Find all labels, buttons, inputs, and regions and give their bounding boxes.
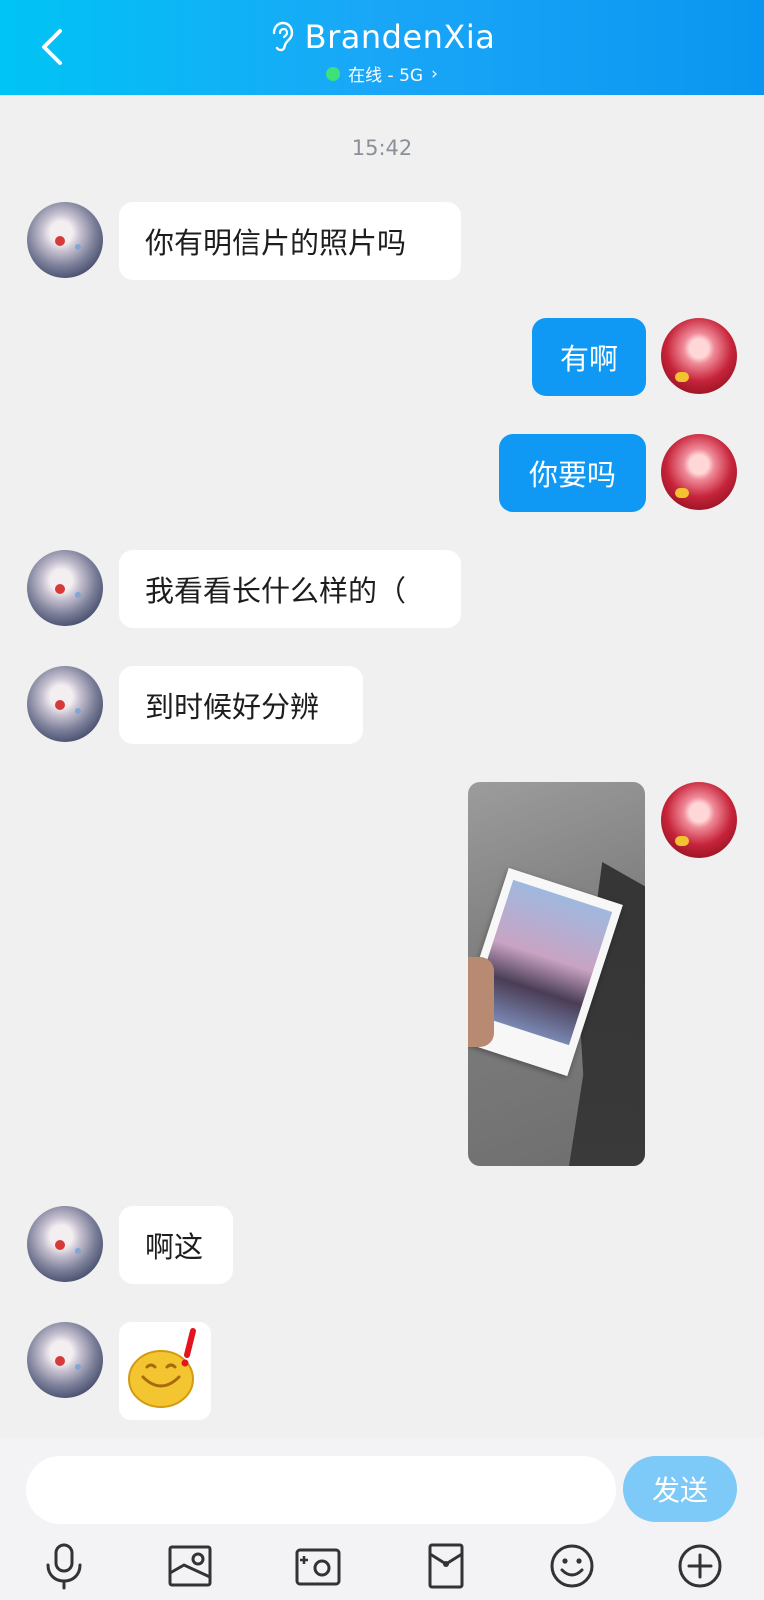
friend-avatar[interactable] xyxy=(27,666,103,742)
sticker-message[interactable] xyxy=(119,1322,211,1420)
message-bubble[interactable]: 啊这 xyxy=(119,1206,233,1284)
emoji-icon[interactable] xyxy=(546,1540,598,1592)
chevron-right-icon: › xyxy=(431,63,438,84)
friend-avatar[interactable] xyxy=(27,550,103,626)
ear-icon xyxy=(272,21,293,52)
status-text: 在线 - 5G xyxy=(348,66,424,86)
photo-message[interactable] xyxy=(468,782,645,1166)
message-input[interactable] xyxy=(26,1456,616,1524)
my-avatar[interactable] xyxy=(661,318,737,394)
send-button[interactable]: 发送 xyxy=(623,1456,737,1522)
my-avatar[interactable] xyxy=(661,782,737,858)
online-dot xyxy=(326,66,341,81)
camera-icon[interactable] xyxy=(292,1540,344,1592)
gallery-icon[interactable] xyxy=(164,1540,216,1592)
red-packet-icon[interactable] xyxy=(420,1540,472,1592)
friend-avatar[interactable] xyxy=(27,1322,103,1398)
title-area[interactable]: BrandenXia 在线 - 5G › xyxy=(0,18,764,86)
message-bubble[interactable]: 我看看长什么样的（ xyxy=(119,550,461,628)
chat-header: BrandenXia 在线 - 5G › xyxy=(0,0,764,95)
message-bubble[interactable]: 你有明信片的照片吗 xyxy=(119,202,461,280)
smiley-sticker-icon xyxy=(128,1328,196,1408)
message-bubble[interactable]: 你要吗 xyxy=(499,434,646,512)
input-bar: 发送 xyxy=(0,1438,764,1600)
online-status[interactable]: 在线 - 5G › xyxy=(326,61,438,86)
microphone-icon[interactable] xyxy=(38,1540,90,1592)
my-avatar[interactable] xyxy=(661,434,737,510)
friend-avatar[interactable] xyxy=(27,202,103,278)
chat-title: BrandenXia xyxy=(304,18,496,56)
message-bubble[interactable]: 有啊 xyxy=(532,318,646,396)
message-timestamp: 15:42 xyxy=(351,136,413,160)
friend-avatar[interactable] xyxy=(27,1206,103,1282)
message-bubble[interactable]: 到时候好分辨 xyxy=(119,666,363,744)
plus-icon[interactable] xyxy=(674,1540,726,1592)
photo-hand xyxy=(468,957,494,1047)
